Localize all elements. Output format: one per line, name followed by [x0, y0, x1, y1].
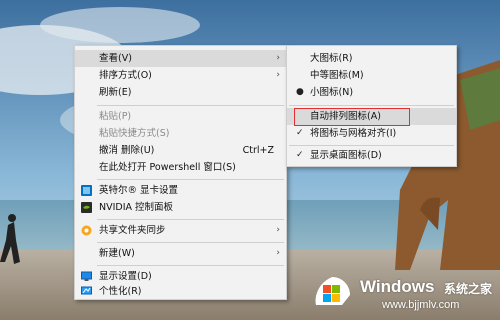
watermark-title: Windows: [360, 277, 435, 296]
checkmark-icon: ✓: [296, 150, 304, 160]
submenu-item-show-desktop-icons[interactable]: ✓ 显示桌面图标(D): [287, 147, 456, 164]
intel-graphics-icon: [81, 185, 92, 196]
menu-item-nvidia-control-panel[interactable]: NVIDIA 控制面板: [75, 199, 286, 216]
menu-item-shared-folder-sync[interactable]: 共享文件夹同步 ›: [75, 222, 286, 239]
menu-item-label: 查看(V): [99, 53, 132, 64]
chevron-right-icon: ›: [276, 53, 280, 63]
menu-separator: [97, 179, 284, 180]
view-submenu: 大图标(R) 中等图标(M) ● 小图标(N) 自动排列图标(A) ✓ 将图标与…: [286, 45, 457, 167]
desktop-background[interactable]: 查看(V) › 排序方式(O) › 刷新(E) 粘贴(P) 粘贴快捷方式(S) …: [0, 0, 500, 320]
red-highlight-box: [294, 108, 410, 126]
watermark-subtitle: 系统之家: [444, 282, 493, 296]
menu-separator: [97, 265, 284, 266]
menu-item-label: 粘贴快捷方式(S): [99, 128, 170, 139]
submenu-item-small-icons[interactable]: ● 小图标(N): [287, 84, 456, 101]
menu-separator: [289, 145, 454, 146]
radio-dot-icon: ●: [296, 87, 304, 97]
menu-separator: [97, 105, 284, 106]
menu-item-shortcut: Ctrl+Z: [242, 145, 274, 156]
menu-item-paste-shortcut[interactable]: 粘贴快捷方式(S): [75, 125, 286, 142]
checkmark-icon: ✓: [296, 128, 304, 138]
desktop-context-menu: 查看(V) › 排序方式(O) › 刷新(E) 粘贴(P) 粘贴快捷方式(S) …: [74, 45, 287, 300]
menu-item-refresh[interactable]: 刷新(E): [75, 84, 286, 101]
menu-item-label: 中等图标(M): [310, 70, 364, 81]
menu-item-paste[interactable]: 粘贴(P): [75, 108, 286, 125]
menu-item-label: 刷新(E): [99, 87, 132, 98]
menu-item-label: NVIDIA 控制面板: [99, 202, 174, 213]
menu-item-label: 将图标与网格对齐(I): [310, 128, 397, 139]
menu-item-new[interactable]: 新建(W) ›: [75, 245, 286, 262]
menu-item-undo-delete[interactable]: 撤消 删除(U) Ctrl+Z: [75, 142, 286, 159]
menu-item-label: 小图标(N): [310, 87, 354, 98]
windows-logo-icon: [315, 277, 350, 305]
menu-item-label: 排序方式(O): [99, 70, 152, 81]
chevron-right-icon: ›: [276, 248, 280, 258]
menu-separator: [97, 219, 284, 220]
menu-item-label: 显示桌面图标(D): [310, 150, 382, 161]
display-settings-icon: [81, 271, 92, 281]
menu-item-intel-graphics[interactable]: 英特尔® 显卡设置: [75, 182, 286, 199]
menu-item-personalize[interactable]: 个性化(R): [75, 283, 286, 300]
menu-separator: [97, 242, 284, 243]
menu-item-label: 大图标(R): [310, 53, 353, 64]
menu-separator: [289, 105, 454, 106]
menu-item-sort-by[interactable]: 排序方式(O) ›: [75, 67, 286, 84]
menu-item-label: 个性化(R): [99, 286, 142, 297]
site-watermark: Windows 系统之家 www.bjjmlv.com: [312, 272, 498, 316]
menu-item-label: 英特尔® 显卡设置: [99, 185, 179, 196]
menu-item-label: 撤消 删除(U): [99, 145, 155, 156]
menu-item-label: 粘贴(P): [99, 111, 132, 122]
menu-item-label: 在此处打开 Powershell 窗口(S): [99, 162, 236, 173]
watermark-url: www.bjjmlv.com: [382, 299, 460, 311]
submenu-item-medium-icons[interactable]: 中等图标(M): [287, 67, 456, 84]
submenu-item-large-icons[interactable]: 大图标(R): [287, 50, 456, 67]
nvidia-icon: [81, 202, 92, 213]
submenu-item-align-to-grid[interactable]: ✓ 将图标与网格对齐(I): [287, 125, 456, 142]
menu-item-open-powershell[interactable]: 在此处打开 Powershell 窗口(S): [75, 159, 286, 176]
menu-item-label: 新建(W): [99, 248, 135, 259]
personalize-icon: [81, 286, 92, 295]
chevron-right-icon: ›: [276, 225, 280, 235]
menu-item-view[interactable]: 查看(V) ›: [75, 50, 286, 67]
chevron-right-icon: ›: [276, 70, 280, 80]
share-folder-icon: [81, 225, 92, 236]
menu-item-label: 共享文件夹同步: [99, 225, 166, 236]
